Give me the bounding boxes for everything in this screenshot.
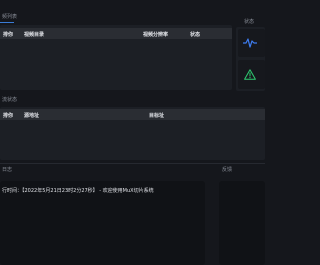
active-tab-underline [0,22,14,23]
stream-header: 排你 源地址 目标址 [0,109,265,120]
section-divider [0,163,265,164]
status-panel [236,27,265,91]
col-status[interactable]: 状态 [190,31,200,38]
col-source[interactable]: 源地址 [24,112,39,119]
pulse-icon [243,38,257,48]
pulse-card[interactable] [238,29,265,57]
col-target[interactable]: 目标址 [149,112,164,119]
warning-icon [244,69,256,80]
stream-panel: 排你 源地址 目标址 [0,107,265,160]
video-list-header: 排你 视频目录 视频分辨率 状态 [0,28,232,39]
video-list-panel: 排你 视频目录 视频分辨率 状态 [0,25,232,90]
col-resolution[interactable]: 视频分辨率 [143,31,168,38]
log-title: 日志 [2,167,13,173]
col-index[interactable]: 排你 [3,31,13,38]
video-list-title: 频列表 [2,14,18,20]
log-line: 行时间：【2022年5月21日23时2分27秒】 - 欢迎使用MuX切片系统 [2,188,154,194]
col-video-dir[interactable]: 视频目录 [24,31,44,38]
warning-card[interactable] [238,60,265,89]
aux-panel [219,181,265,265]
status-title: 状态 [244,19,255,25]
col-index[interactable]: 排你 [3,112,13,119]
stream-title: 流状态 [2,97,18,103]
aux-title: 反馈 [222,167,233,173]
log-panel: 行时间：【2022年5月21日23时2分27秒】 - 欢迎使用MuX切片系统 [0,181,205,265]
